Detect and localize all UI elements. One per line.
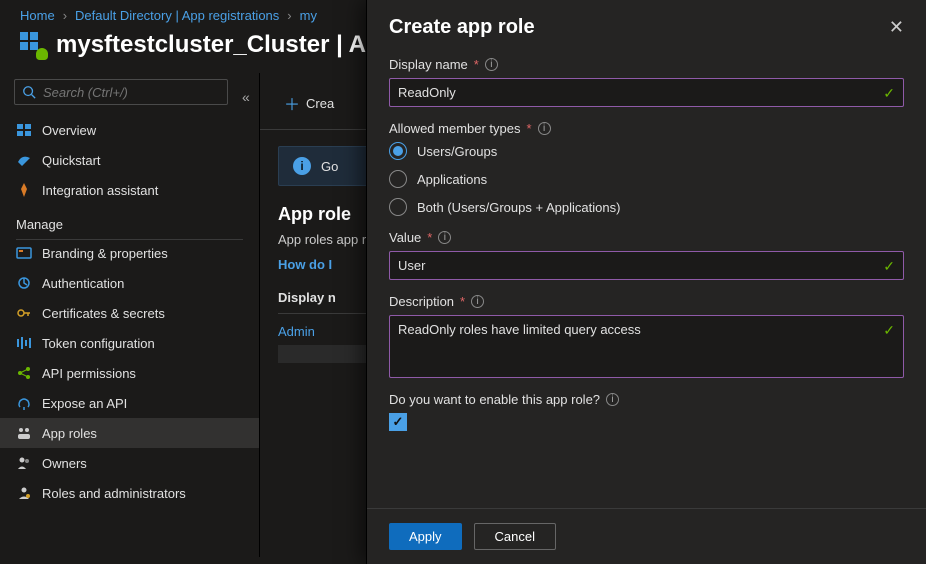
valid-check-icon: ✓: [883, 322, 895, 339]
valid-check-icon: ✓: [883, 85, 895, 102]
sidebar-item-overview[interactable]: Overview: [0, 115, 259, 145]
auth-icon: [16, 275, 32, 291]
display-name-input[interactable]: [390, 79, 903, 106]
create-label: Crea: [306, 96, 334, 111]
quickstart-icon: [16, 152, 32, 168]
sidebar-item-quickstart[interactable]: Quickstart: [0, 145, 259, 175]
sidebar-item-certificates-secrets[interactable]: Certificates & secrets: [0, 298, 259, 328]
radio-both-label: Both (Users/Groups + Applications): [417, 200, 620, 215]
info-icon[interactable]: i: [538, 122, 551, 135]
sidebar-section-manage: Manage: [0, 205, 259, 238]
sidebar-item-label: Authentication: [42, 276, 124, 291]
expose-icon: [16, 395, 32, 411]
breadcrumb-item-app[interactable]: my: [300, 8, 317, 23]
sidebar-item-label: Roles and administrators: [42, 486, 186, 501]
sidebar-search[interactable]: [14, 79, 228, 105]
radio-applications-label: Applications: [417, 172, 487, 187]
info-icon[interactable]: i: [485, 58, 498, 71]
allowed-member-types-label: Allowed member types: [389, 121, 521, 136]
description-label: Description: [389, 294, 454, 309]
sidebar-item-label: Integration assistant: [42, 183, 158, 198]
key-icon: [16, 305, 32, 321]
info-icon[interactable]: i: [606, 393, 619, 406]
search-input[interactable]: [43, 85, 221, 100]
owners-icon: [16, 455, 32, 471]
sidebar-item-label: App roles: [42, 426, 97, 441]
sidebar-item-label: API permissions: [42, 366, 136, 381]
value-input[interactable]: [390, 252, 903, 279]
chevron-right-icon: ›: [287, 8, 291, 23]
sidebar-item-roles-and-administrators[interactable]: Roles and administrators: [0, 478, 259, 508]
branding-icon: [16, 245, 32, 261]
required-icon: *: [474, 57, 479, 72]
rocket-icon: [16, 182, 32, 198]
sidebar-item-owners[interactable]: Owners: [0, 448, 259, 478]
sidebar-item-label: Owners: [42, 456, 87, 471]
breadcrumb-item-directory[interactable]: Default Directory | App registrations: [75, 8, 279, 23]
enable-checkbox[interactable]: ✓: [389, 413, 407, 431]
cancel-button[interactable]: Cancel: [474, 523, 556, 550]
breadcrumb-item-home[interactable]: Home: [20, 8, 55, 23]
app-roles-icon: [16, 425, 32, 441]
info-icon: i: [293, 157, 311, 175]
display-name-label: Display name: [389, 57, 468, 72]
sidebar-item-integration-assistant[interactable]: Integration assistant: [0, 175, 259, 205]
sidebar-item-label: Token configuration: [42, 336, 155, 351]
sidebar: « Overview Quickstart Integration assistan…: [0, 73, 260, 557]
radio-users-groups[interactable]: Users/Groups: [389, 142, 904, 160]
search-icon: [21, 84, 37, 100]
allowed-member-types-group: Users/Groups Applications Both (Users/Gr…: [389, 142, 904, 216]
collapse-sidebar-button[interactable]: «: [242, 89, 250, 105]
radio-dot-icon: [389, 198, 407, 216]
sidebar-item-branding-properties[interactable]: Branding & properties: [0, 238, 259, 268]
radio-applications[interactable]: Applications: [389, 170, 904, 188]
description-textarea[interactable]: [390, 316, 903, 374]
cluster-icon: [20, 32, 46, 58]
close-icon[interactable]: ✕: [889, 17, 904, 38]
sidebar-item-label: Certificates & secrets: [42, 306, 165, 321]
required-icon: *: [427, 230, 432, 245]
apply-button[interactable]: Apply: [389, 523, 462, 550]
api-perm-icon: [16, 365, 32, 381]
sidebar-item-label: Overview: [42, 123, 96, 138]
token-icon: [16, 335, 32, 351]
roles-admin-icon: [16, 485, 32, 501]
radio-users-groups-label: Users/Groups: [417, 144, 497, 159]
sidebar-item-label: Branding & properties: [42, 246, 168, 261]
enable-label: Do you want to enable this app role?: [389, 392, 600, 407]
panel-title: Create app role: [389, 16, 535, 39]
info-icon[interactable]: i: [438, 231, 451, 244]
valid-check-icon: ✓: [883, 258, 895, 275]
info-icon[interactable]: i: [471, 295, 484, 308]
sidebar-item-expose-an-api[interactable]: Expose an API: [0, 388, 259, 418]
sidebar-item-token-configuration[interactable]: Token configuration: [0, 328, 259, 358]
value-label: Value: [389, 230, 421, 245]
overview-icon: [16, 122, 32, 138]
sidebar-item-app-roles[interactable]: App roles: [0, 418, 259, 448]
radio-dot-icon: [389, 170, 407, 188]
info-bar-text: Go: [321, 159, 338, 174]
sidebar-item-api-permissions[interactable]: API permissions: [0, 358, 259, 388]
plus-icon: ＋: [284, 91, 300, 115]
sidebar-item-label: Quickstart: [42, 153, 101, 168]
page-title: mysftestcluster_Cluster | A: [56, 31, 366, 59]
sidebar-item-authentication[interactable]: Authentication: [0, 268, 259, 298]
create-app-role-button[interactable]: ＋ Crea: [278, 87, 340, 119]
radio-both[interactable]: Both (Users/Groups + Applications): [389, 198, 904, 216]
required-icon: *: [527, 121, 532, 136]
required-icon: *: [460, 294, 465, 309]
chevron-right-icon: ›: [63, 8, 67, 23]
sidebar-item-label: Expose an API: [42, 396, 127, 411]
create-app-role-panel: Create app role ✕ Display name * i ✓ All…: [366, 0, 926, 564]
radio-dot-icon: [389, 142, 407, 160]
